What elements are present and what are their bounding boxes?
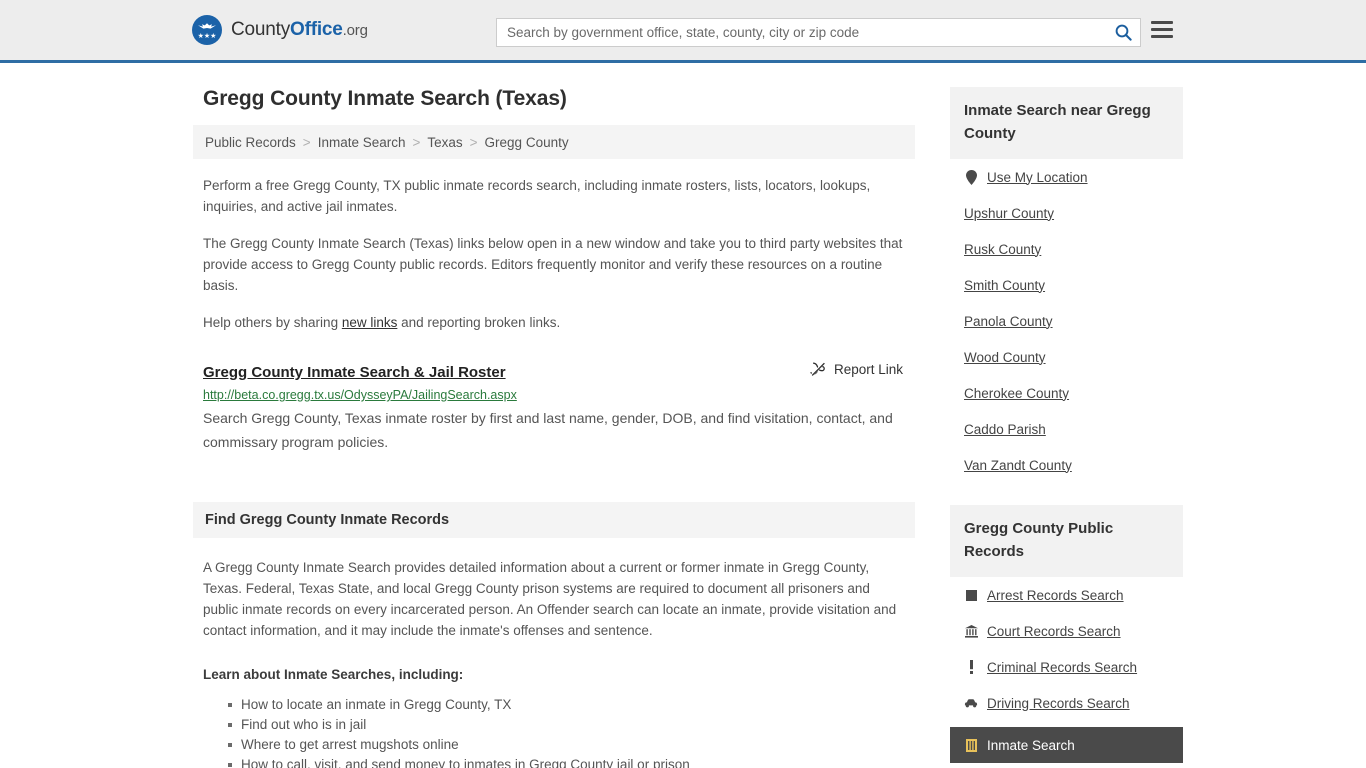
sidebar-item-label[interactable]: Cherokee County [964, 386, 1069, 401]
intro-section: Perform a free Gregg County, TX public i… [193, 175, 915, 333]
sidebar-item-label[interactable]: Caddo Parish [964, 422, 1046, 437]
logo-text-office: Office [290, 19, 343, 40]
main-column: Gregg County Inmate Search (Texas) Publi… [193, 87, 915, 768]
hamburger-menu-icon[interactable] [1151, 21, 1173, 38]
map-pin-icon [964, 169, 978, 185]
breadcrumb-separator: > [469, 134, 478, 150]
search-icon [1115, 24, 1132, 41]
sidebar-item-label[interactable]: Criminal Records Search [987, 660, 1137, 675]
sidebar-item-cherokee-county[interactable]: Cherokee County [964, 375, 1169, 411]
sidebar-item-panola-county[interactable]: Panola County [964, 303, 1169, 339]
logo-text: CountyOffice.org [231, 19, 368, 41]
hamburger-bar [1151, 21, 1173, 24]
section-body: A Gregg County Inmate Search provides de… [193, 557, 915, 768]
sidebar-item-driving-records-search[interactable]: Driving Records Search [964, 685, 1169, 721]
fingerprint-icon [964, 589, 978, 601]
breadcrumb: Public Records > Inmate Search > Texas >… [193, 125, 915, 159]
result-item: Gregg County Inmate Search & Jail Roster… [193, 361, 915, 454]
result-title-link[interactable]: Gregg County Inmate Search & Jail Roster [203, 364, 506, 381]
sidebar-nearby-heading: Inmate Search near Gregg County [964, 102, 1151, 142]
site-logo[interactable]: ★★★ CountyOffice.org [192, 15, 368, 45]
section-list-heading: Learn about Inmate Searches, including: [203, 667, 464, 682]
sidebar-item-caddo-parish[interactable]: Caddo Parish [964, 411, 1169, 447]
sidebar-item-label[interactable]: Arrest Records Search [987, 588, 1124, 603]
list-item: Find out who is in jail [228, 715, 905, 735]
jail-door-icon [964, 738, 978, 752]
sidebar-item-label[interactable]: Panola County [964, 314, 1053, 329]
sidebar-item-label[interactable]: Smith County [964, 278, 1045, 293]
sidebar-item-use-my-location[interactable]: Use My Location [964, 159, 1169, 195]
sidebar-item-arrest-records-search[interactable]: Arrest Records Search [964, 577, 1169, 613]
sidebar-item-label[interactable]: Use My Location [987, 170, 1088, 185]
sidebar-item-label[interactable]: Wood County [964, 350, 1046, 365]
car-icon [964, 698, 978, 708]
section-paragraph: A Gregg County Inmate Search provides de… [203, 560, 897, 638]
sidebar-item-label[interactable]: Driving Records Search [987, 696, 1130, 711]
report-link-button[interactable]: Report Link [810, 361, 905, 377]
sidebar-item-inmate-search[interactable]: Inmate Search [950, 727, 1183, 763]
sidebar-item-label[interactable]: Van Zandt County [964, 458, 1072, 473]
list-item: How to locate an inmate in Gregg County,… [228, 695, 905, 715]
site-header: ★★★ CountyOffice.org [0, 0, 1366, 63]
list-item: How to call, visit, and send money to in… [228, 755, 905, 768]
sidebar-item-criminal-records-search[interactable]: Criminal Records Search [964, 649, 1169, 685]
sidebar-records-header: Gregg County Public Records [950, 505, 1183, 577]
search-input[interactable] [497, 25, 1106, 40]
intro-paragraph-2: The Gregg County Inmate Search (Texas) l… [203, 236, 903, 293]
sidebar-item-label[interactable]: Court Records Search [987, 624, 1121, 639]
result-url[interactable]: http://beta.co.gregg.tx.us/OdysseyPA/Jai… [203, 388, 905, 402]
breadcrumb-item-inmate-search[interactable]: Inmate Search [318, 135, 406, 150]
report-link-label: Report Link [833, 361, 903, 377]
page-body: Gregg County Inmate Search (Texas) Publi… [0, 63, 1366, 768]
sidebar-item-upshur-county[interactable]: Upshur County [964, 195, 1169, 231]
new-links-link[interactable]: new links [342, 315, 398, 330]
section-header: Find Gregg County Inmate Records [193, 502, 915, 538]
section-heading: Find Gregg County Inmate Records [205, 512, 450, 528]
search-button[interactable] [1106, 19, 1140, 46]
help-suffix: and reporting broken links. [397, 315, 561, 330]
sidebar-panel-nearby: Inmate Search near Gregg County Use My L… [950, 87, 1183, 483]
sidebar-item-label[interactable]: Inmate Search [987, 738, 1075, 753]
sidebar-panel-public-records: Gregg County Public Records Arrest Recor… [950, 505, 1183, 763]
sidebar-records-list: Arrest Records Search Court Records Sear… [950, 577, 1183, 763]
logo-text-org: .org [342, 22, 368, 39]
breadcrumb-item-texas[interactable]: Texas [427, 135, 462, 150]
sidebar: Inmate Search near Gregg County Use My L… [950, 87, 1183, 768]
breadcrumb-item-gregg-county[interactable]: Gregg County [485, 135, 569, 150]
sidebar-item-van-zandt-county[interactable]: Van Zandt County [964, 447, 1169, 483]
result-header-row: Gregg County Inmate Search & Jail Roster… [203, 361, 905, 381]
sidebar-item-wood-county[interactable]: Wood County [964, 339, 1169, 375]
sidebar-records-heading: Gregg County Public Records [964, 520, 1114, 560]
logo-text-county: County [231, 19, 291, 40]
result-description: Search Gregg County, Texas inmate roster… [203, 410, 893, 450]
list-item: Where to get arrest mugshots online [228, 735, 905, 755]
content-wrapper: Gregg County Inmate Search (Texas) Publi… [193, 63, 1183, 768]
sidebar-item-smith-county[interactable]: Smith County [964, 267, 1169, 303]
sidebar-nearby-header: Inmate Search near Gregg County [950, 87, 1183, 159]
intro-paragraph-1: Perform a free Gregg County, TX public i… [203, 178, 871, 214]
sidebar-item-court-records-search[interactable]: Court Records Search [964, 613, 1169, 649]
help-paragraph: Help others by sharing new links and rep… [203, 312, 905, 333]
broken-link-icon [810, 361, 826, 377]
courthouse-icon [964, 624, 978, 638]
sidebar-item-label[interactable]: Upshur County [964, 206, 1054, 221]
hamburger-bar [1151, 35, 1173, 38]
stars-icon: ★★★ [197, 33, 217, 40]
search-box[interactable] [496, 18, 1141, 47]
page-title: Gregg County Inmate Search (Texas) [203, 87, 567, 110]
exclamation-icon [964, 660, 978, 674]
breadcrumb-item-public-records[interactable]: Public Records [205, 135, 296, 150]
sidebar-item-rusk-county[interactable]: Rusk County [964, 231, 1169, 267]
sidebar-nearby-list: Use My Location Upshur County Rusk Count… [950, 159, 1183, 483]
sidebar-item-label[interactable]: Rusk County [964, 242, 1041, 257]
breadcrumb-separator: > [302, 134, 311, 150]
eagle-shield-icon: ★★★ [192, 15, 222, 45]
hamburger-bar [1151, 28, 1173, 31]
breadcrumb-separator: > [412, 134, 421, 150]
section-bullet-list: How to locate an inmate in Gregg County,… [203, 695, 905, 768]
help-prefix: Help others by sharing [203, 315, 342, 330]
